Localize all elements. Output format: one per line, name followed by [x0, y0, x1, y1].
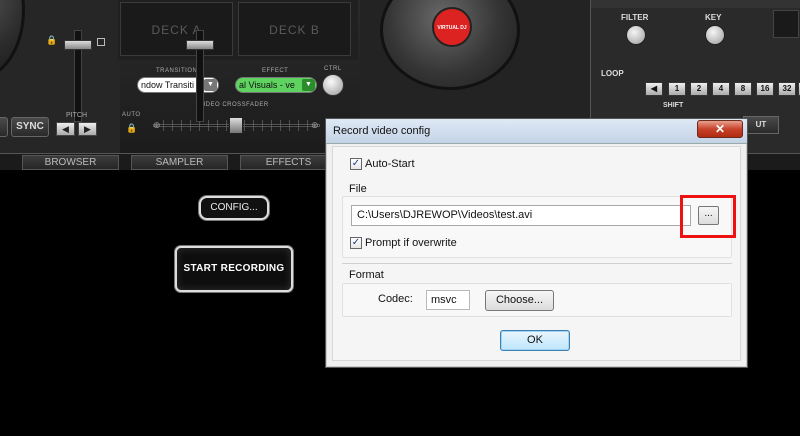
loop-16-button[interactable]: 16 — [756, 82, 774, 96]
fx-top-strip — [591, 0, 800, 8]
pitch-handle[interactable] — [64, 40, 92, 50]
dialog-titlebar[interactable]: Record video config ✕ — [326, 119, 747, 144]
chevron-down-icon: ▼ — [302, 79, 315, 91]
highlight-annotation — [680, 195, 736, 238]
close-button[interactable]: ✕ — [697, 120, 743, 138]
prompt-overwrite-checkbox[interactable]: ✓ — [350, 237, 362, 249]
divider — [342, 263, 732, 264]
pitch-up-icon[interactable]: ▶ — [78, 122, 97, 136]
shift-label: SHIFT — [663, 102, 684, 109]
prompt-overwrite-label: Prompt if overwrite — [365, 237, 457, 249]
cut-button[interactable]: UT — [743, 116, 779, 134]
codec-label: Codec: — [378, 293, 413, 305]
effect-select[interactable]: al Visuals - ve ▼ — [235, 77, 317, 93]
loop-32-button[interactable]: 32 — [778, 82, 796, 96]
lock-icon[interactable]: 🔒 — [126, 124, 137, 133]
right-deck: VIRTUAL DJ — [360, 0, 590, 120]
tab-browser[interactable]: BROWSER — [22, 155, 119, 170]
lock-icon[interactable]: 🔒 — [46, 36, 57, 45]
auto-start-label: Auto-Start — [365, 158, 415, 170]
right-platter[interactable]: VIRTUAL DJ — [380, 0, 520, 90]
choose-button[interactable]: Choose... — [485, 290, 554, 311]
platter-logo: VIRTUAL DJ — [432, 7, 472, 47]
square-icon[interactable] — [97, 38, 105, 46]
key-label: KEY — [705, 13, 722, 22]
sync-button[interactable]: SYNC — [11, 117, 49, 137]
file-group-label: File — [349, 183, 367, 195]
effect-value: al Visuals - ve — [239, 80, 295, 90]
pitch-handle[interactable] — [186, 40, 214, 50]
filter-label: FILTER — [621, 13, 649, 22]
left-pitch-slider[interactable] — [60, 30, 96, 122]
right-pitch-slider[interactable] — [182, 30, 218, 122]
loop-prev-button[interactable]: ◀ — [645, 82, 663, 96]
start-recording-button[interactable]: START RECORDING — [175, 246, 293, 292]
plus-icon: ⊕ — [153, 120, 161, 130]
auto-start-checkbox[interactable]: ✓ — [350, 158, 362, 170]
left-cut-button[interactable] — [0, 117, 8, 137]
file-path-input[interactable]: C:\Users\DJREWOP\Videos\test.avi — [351, 205, 691, 226]
auto-label: AUTO — [122, 112, 141, 118]
config-button[interactable]: CONFIG... — [199, 196, 269, 220]
loop-4-button[interactable]: 4 — [712, 82, 730, 96]
deck-b-preview: DECK B — [238, 2, 351, 56]
ctrl-label: CTRL — [324, 66, 342, 72]
video-crossfader[interactable]: ⊕ ⊕ — [153, 117, 320, 134]
dialog-title: Record video config — [333, 125, 431, 137]
key-knob[interactable] — [705, 25, 725, 45]
crossfader-handle[interactable] — [229, 117, 243, 134]
app-window: 🔒 SYNC PITCH ◀ ▶ DECK A DECK B TRANSITIO… — [0, 0, 800, 436]
tab-sampler[interactable]: SAMPLER — [131, 155, 228, 170]
loop-1-button[interactable]: 1 — [668, 82, 686, 96]
ctrl-knob[interactable] — [322, 74, 344, 96]
pitch-nudge-buttons: ◀ ▶ — [56, 122, 100, 136]
filter-knob[interactable] — [626, 25, 646, 45]
fx-slider[interactable] — [773, 10, 799, 38]
format-group-label: Format — [349, 269, 384, 281]
tab-effects[interactable]: EFFECTS — [240, 155, 337, 170]
pitch-down-icon[interactable]: ◀ — [56, 122, 75, 136]
ok-button[interactable]: OK — [500, 330, 570, 351]
plus-icon: ⊕ — [311, 120, 319, 130]
loop-8-button[interactable]: 8 — [734, 82, 752, 96]
left-platter[interactable] — [0, 0, 25, 80]
loop-label: LOOP — [601, 69, 624, 78]
loop-2-button[interactable]: 2 — [690, 82, 708, 96]
codec-field[interactable]: msvc — [426, 290, 470, 310]
effect-label: EFFECT — [262, 68, 289, 74]
pitch-label: PITCH — [66, 112, 87, 119]
video-decks: DECK A DECK B — [118, 0, 358, 60]
